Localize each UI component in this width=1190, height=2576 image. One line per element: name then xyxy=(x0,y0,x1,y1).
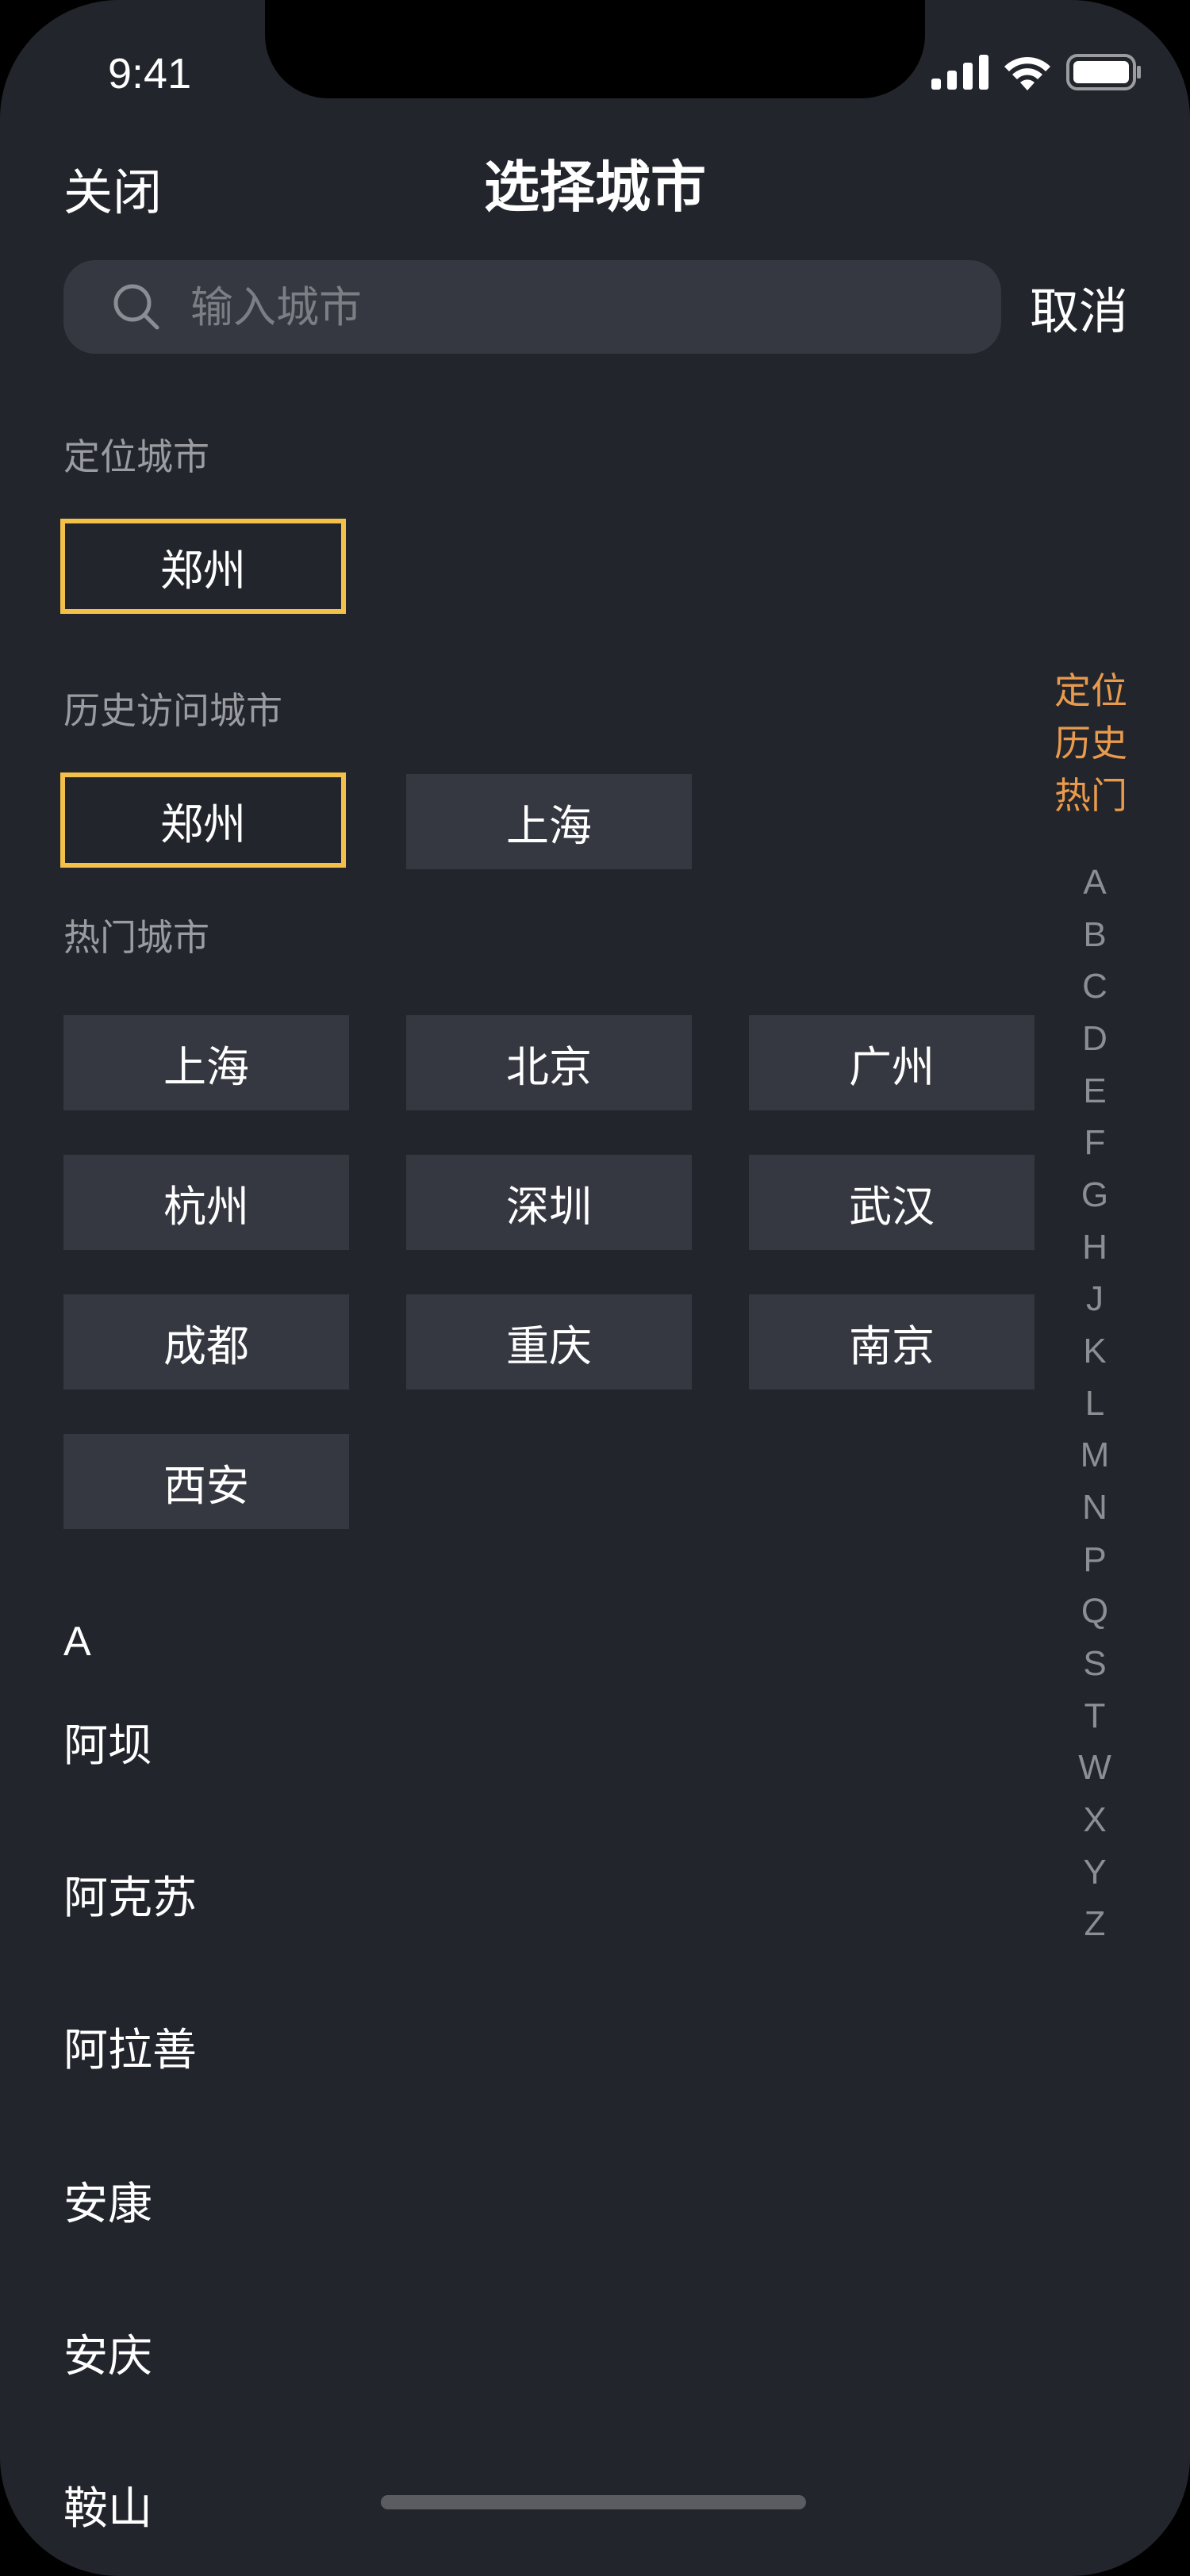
city-list-item[interactable]: 阿拉善 xyxy=(63,2014,197,2079)
hot-city-chip[interactable]: 北京 xyxy=(406,1015,692,1110)
city-list-item[interactable]: 鞍山 xyxy=(63,2473,152,2537)
search-icon xyxy=(113,284,159,330)
hot-city-chip[interactable]: 杭州 xyxy=(63,1155,349,1250)
phone-screen: 9:41 关闭 选择城市 取消 定位城市 郑州 历史访问城市 郑州 上海 xyxy=(0,0,1190,2576)
hot-city-chip[interactable]: 西安 xyxy=(63,1434,349,1529)
hot-city-chip[interactable]: 广州 xyxy=(749,1015,1035,1110)
index-letter[interactable]: E xyxy=(1055,1071,1134,1111)
index-letter[interactable]: L xyxy=(1055,1384,1134,1424)
hot-city-chip[interactable]: 武汉 xyxy=(749,1155,1035,1250)
index-letter[interactable]: B xyxy=(1055,915,1134,955)
hot-section-label: 热门城市 xyxy=(63,916,209,959)
index-letter[interactable]: N xyxy=(1055,1488,1134,1528)
index-letter[interactable]: P xyxy=(1055,1540,1134,1580)
page-title: 选择城市 xyxy=(484,155,706,220)
index-letter[interactable]: D xyxy=(1055,1019,1134,1059)
index-letter[interactable]: H xyxy=(1055,1228,1134,1267)
index-letter[interactable]: Q xyxy=(1055,1592,1134,1631)
home-indicator xyxy=(381,2495,806,2509)
hot-city-chip[interactable]: 深圳 xyxy=(406,1155,692,1250)
index-letter[interactable]: J xyxy=(1055,1279,1134,1319)
status-time: 9:41 xyxy=(108,50,192,98)
index-letter[interactable]: S xyxy=(1055,1644,1134,1684)
search-box[interactable] xyxy=(63,260,1001,354)
hot-city-chip[interactable]: 重庆 xyxy=(406,1294,692,1390)
wifi-icon xyxy=(1004,56,1050,90)
index-letter[interactable]: X xyxy=(1055,1800,1134,1840)
index-history[interactable]: 历史 xyxy=(1031,717,1150,769)
hot-city-chip[interactable]: 上海 xyxy=(63,1015,349,1110)
index-hot[interactable]: 热门 xyxy=(1031,769,1150,822)
index-letter[interactable]: C xyxy=(1055,967,1134,1006)
location-section-label: 定位城市 xyxy=(63,435,209,478)
battery-icon xyxy=(1066,54,1141,90)
city-group-letter: A xyxy=(63,1619,91,1665)
index-letter[interactable]: G xyxy=(1055,1175,1134,1215)
index-letter[interactable]: W xyxy=(1055,1748,1134,1788)
history-city-chip[interactable]: 郑州 xyxy=(60,772,346,868)
city-list-item[interactable]: 安康 xyxy=(63,2168,152,2233)
city-list-item[interactable]: 阿克苏 xyxy=(63,1862,197,1926)
location-city-chip[interactable]: 郑州 xyxy=(60,519,346,614)
index-letter[interactable]: Y xyxy=(1055,1853,1134,1892)
search-input[interactable] xyxy=(189,281,954,333)
index-letter[interactable]: Z xyxy=(1055,1904,1134,1944)
cancel-button[interactable]: 取消 xyxy=(1030,271,1128,343)
index-location[interactable]: 定位 xyxy=(1031,665,1150,717)
hot-city-chip[interactable]: 成都 xyxy=(63,1294,349,1390)
city-list-item[interactable]: 安庆 xyxy=(63,2321,152,2385)
status-icons xyxy=(931,54,1142,90)
city-list-item[interactable]: 阿坝 xyxy=(63,1710,152,1774)
index-letter[interactable]: T xyxy=(1055,1696,1134,1736)
signal-icon xyxy=(931,55,988,90)
index-letter[interactable]: F xyxy=(1055,1123,1134,1163)
device-notch xyxy=(265,0,925,98)
hot-city-chip[interactable]: 南京 xyxy=(749,1294,1035,1390)
history-city-chip[interactable]: 上海 xyxy=(406,774,692,869)
index-letter[interactable]: K xyxy=(1055,1332,1134,1371)
index-letter[interactable]: A xyxy=(1055,863,1134,903)
history-section-label: 历史访问城市 xyxy=(63,689,282,732)
index-letter[interactable]: M xyxy=(1055,1436,1134,1475)
